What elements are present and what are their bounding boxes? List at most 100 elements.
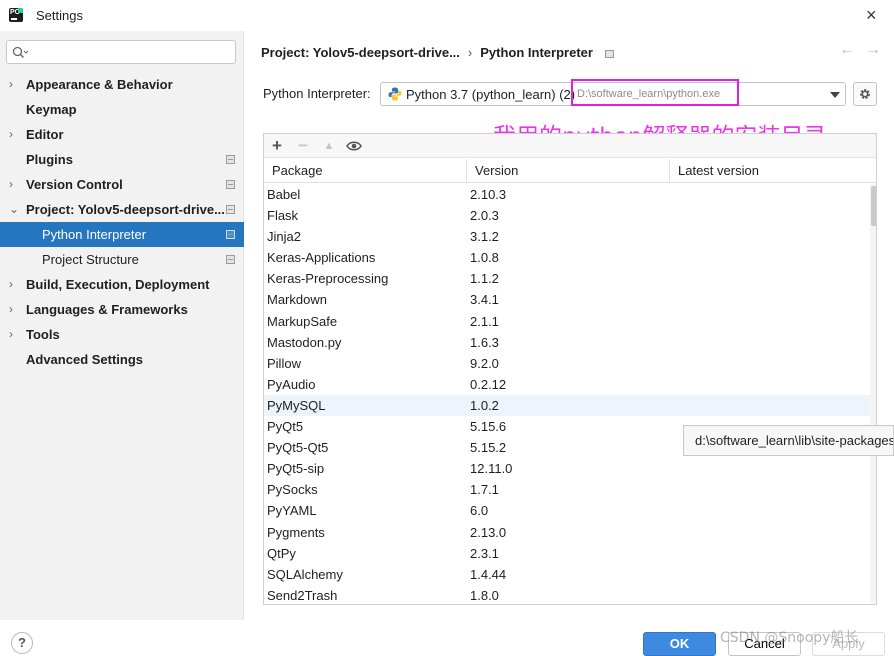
watermark: CSDN @Snoopy船长 [720, 630, 859, 646]
package-version-cell: 1.6.3 [470, 334, 499, 350]
table-row[interactable]: Babel 2.10.3 [264, 184, 870, 205]
window-title: Settings [36, 8, 83, 23]
sidebar-item-label: Version Control [26, 177, 123, 192]
package-name-cell: Pygments [267, 524, 325, 540]
sidebar-item-project[interactable]: ⌄ Project: Yolov5-deepsort-drive... [0, 197, 244, 222]
sidebar-item-label: Python Interpreter [42, 227, 147, 242]
package-name-cell: SQLAlchemy [267, 566, 343, 582]
upgrade-package-icon[interactable]: ▲ [320, 134, 338, 158]
sidebar-item-python-interpreter[interactable]: Python Interpreter [0, 222, 244, 247]
path-highlight-box [571, 79, 739, 106]
scrollbar-thumb[interactable] [871, 186, 876, 226]
sidebar-item-build[interactable]: › Build, Execution, Deployment [0, 272, 244, 297]
package-version-cell: 5.15.2 [470, 440, 507, 456]
sidebar-item-project-structure[interactable]: Project Structure [0, 247, 244, 272]
package-version-cell: 1.8.0 [470, 587, 499, 603]
package-name-cell: Babel [267, 187, 301, 202]
table-row[interactable]: Jinja2 3.1.2 [264, 226, 870, 247]
add-package-icon[interactable]: + [268, 134, 286, 158]
table-row[interactable]: MarkupSafe 2.1.1 [264, 311, 870, 332]
project-level-icon [604, 49, 614, 58]
sidebar-item-label: Build, Execution, Deployment [26, 277, 210, 292]
package-version-cell: 0.2.12 [470, 376, 507, 392]
table-row[interactable]: Keras-Preprocessing 1.1.2 [264, 268, 870, 289]
help-button[interactable]: ? [11, 632, 33, 654]
table-row[interactable]: SQLAlchemy 1.4.44 [264, 564, 870, 585]
interpreter-settings-button[interactable] [853, 82, 877, 106]
sidebar-item-tools[interactable]: › Tools [0, 322, 244, 347]
chevron-down-icon: ⌄ [9, 202, 20, 216]
package-name-cell: PyQt5-sip [267, 461, 325, 477]
sidebar-item-label: Project: Yolov5-deepsort-drive... [26, 202, 225, 217]
package-name-cell: Keras-Applications [267, 250, 376, 266]
package-name-cell: PyAudio [267, 376, 316, 392]
package-version-cell: 6.0 [470, 503, 489, 519]
table-row[interactable]: Flask 2.0.3 [264, 205, 870, 226]
sidebar-item-keymap[interactable]: Keymap [0, 97, 244, 122]
chevron-right-icon: › [9, 127, 13, 141]
packages-table-header: Package Version Latest version [264, 159, 876, 183]
package-name-cell: MarkupSafe [267, 313, 338, 329]
package-version-cell: 3.1.2 [470, 229, 499, 245]
package-version-cell: 2.13.0 [470, 524, 507, 540]
package-name-cell: QtPy [267, 545, 296, 561]
chevron-right-icon: › [9, 327, 13, 341]
table-row[interactable]: PyQt5-sip 12.11.0 [264, 458, 870, 479]
package-name-cell: PyYAML [267, 503, 317, 519]
package-name-cell: Send2Trash [267, 587, 338, 603]
package-name-cell: Jinja2 [267, 229, 301, 245]
sidebar-item-editor[interactable]: › Editor [0, 122, 244, 147]
package-version-cell: 1.7.1 [470, 482, 499, 498]
package-version-cell: 2.0.3 [470, 208, 499, 224]
package-version-cell: 1.4.44 [470, 566, 507, 582]
sidebar-item-label: Editor [26, 127, 64, 142]
packages-panel: + − ▲ Package Version Latest version Bab… [263, 133, 877, 605]
package-version-cell: 3.4.1 [470, 292, 499, 308]
sidebar-item-label: Keymap [26, 102, 77, 117]
column-header-package[interactable]: Package [264, 159, 467, 183]
table-row[interactable]: QtPy 2.3.1 [264, 543, 870, 564]
package-version-cell: 9.2.0 [470, 355, 499, 371]
table-row[interactable]: Keras-Applications 1.0.8 [264, 247, 870, 268]
table-row[interactable]: Mastodon.py 1.6.3 [264, 332, 870, 353]
table-row[interactable]: Send2Trash 1.8.0 [264, 585, 870, 604]
breadcrumb-page: Python Interpreter [480, 45, 593, 60]
table-row[interactable]: PyMySQL 1.0.2 [264, 394, 870, 417]
table-row[interactable]: PyYAML 6.0 [264, 500, 870, 521]
sidebar-item-languages[interactable]: › Languages & Frameworks [0, 297, 244, 322]
table-row[interactable]: Pygments 2.13.0 [264, 522, 870, 543]
sidebar-item-advanced[interactable]: Advanced Settings [0, 347, 244, 372]
show-early-releases-eye-icon[interactable] [346, 140, 362, 152]
remove-package-icon[interactable]: − [294, 134, 312, 158]
sidebar-item-version-control[interactable]: › Version Control [0, 172, 244, 197]
search-input[interactable] [33, 43, 229, 61]
back-arrow-icon[interactable]: ← [839, 41, 855, 59]
table-row[interactable]: PySocks 1.7.1 [264, 479, 870, 500]
settings-sidebar: › Appearance & Behavior Keymap › Editor … [0, 31, 244, 620]
sidebar-item-label: Tools [26, 327, 60, 342]
table-row[interactable]: Pillow 9.2.0 [264, 353, 870, 374]
package-name-cell: PyMySQL [267, 397, 326, 413]
chevron-down-icon [830, 92, 840, 98]
table-row[interactable]: PyAudio 0.2.12 [264, 374, 870, 395]
column-header-version[interactable]: Version [467, 159, 670, 183]
site-packages-tooltip: d:\software_learn\lib\site-packages [683, 425, 894, 456]
sidebar-item-appearance[interactable]: › Appearance & Behavior [0, 72, 244, 97]
sidebar-item-label: Project Structure [42, 252, 139, 267]
sidebar-item-plugins[interactable]: Plugins [0, 147, 244, 172]
package-name-cell: Markdown [267, 292, 327, 308]
settings-search[interactable] [6, 40, 236, 64]
table-row[interactable]: Markdown 3.4.1 [264, 289, 870, 310]
project-level-icon [226, 205, 235, 214]
column-header-latest-version[interactable]: Latest version [670, 159, 876, 183]
interpreter-label: Python Interpreter: [263, 86, 371, 101]
ok-button[interactable]: OK [643, 632, 716, 656]
forward-arrow-icon[interactable]: → [865, 41, 881, 59]
package-version-cell: 1.0.8 [470, 250, 499, 266]
sidebar-item-label: Advanced Settings [26, 352, 144, 367]
breadcrumb-project[interactable]: Project: Yolov5-deepsort-drive... [261, 45, 460, 60]
package-name-cell: PySocks [267, 482, 318, 498]
close-icon[interactable]: × [866, 5, 877, 25]
packages-scrollbar[interactable] [870, 184, 876, 604]
package-version-cell: 1.0.2 [470, 397, 499, 413]
